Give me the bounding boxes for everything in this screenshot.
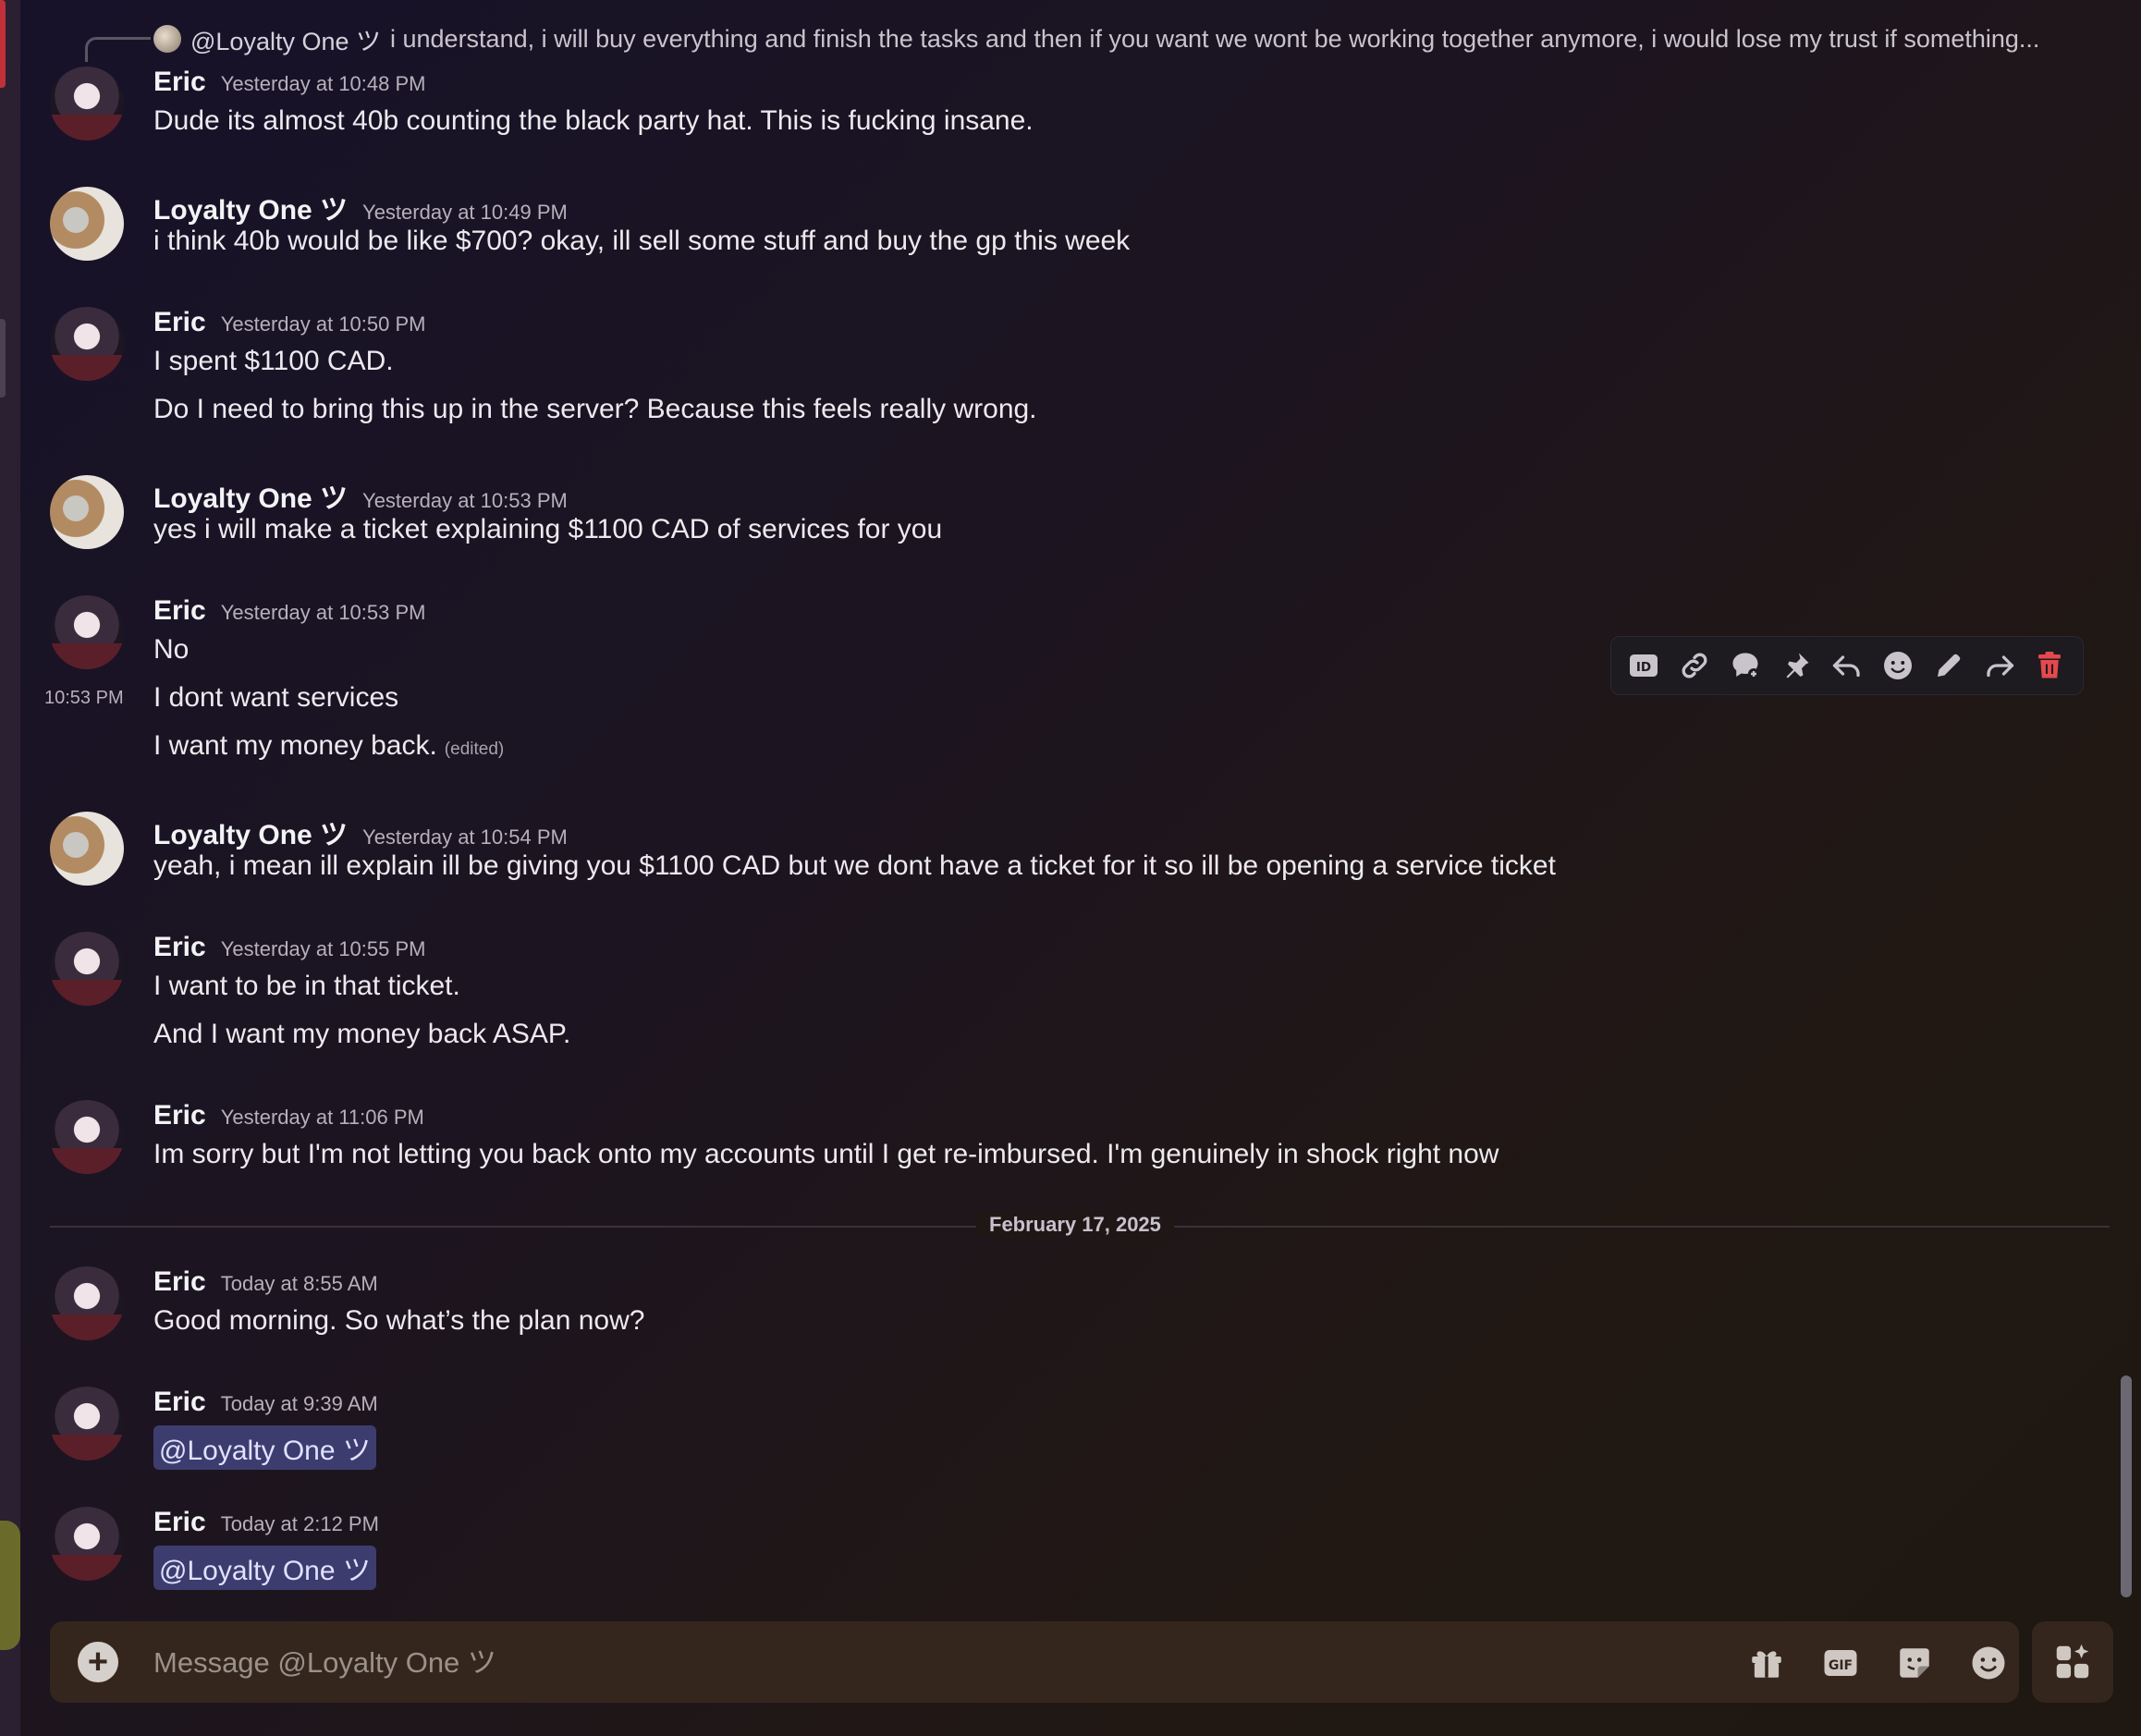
timestamp: Yesterday at 10:48 PM (220, 72, 426, 95)
hover-timestamp: 10:53 PM (44, 688, 124, 708)
timestamp: Yesterday at 11:06 PM (220, 1106, 424, 1129)
avatar[interactable] (50, 187, 124, 261)
author-name[interactable]: Loyalty One ツ (153, 475, 348, 516)
unread-indicator (0, 0, 6, 88)
author-name[interactable]: Eric (153, 1266, 206, 1298)
author-name[interactable]: Eric (153, 1100, 206, 1131)
reply-spine (85, 37, 151, 62)
message-text: Im sorry but I'm not letting you back on… (153, 1139, 1499, 1169)
reply-mention[interactable]: @Loyalty One ツ (190, 21, 381, 57)
timestamp: Yesterday at 10:53 PM (220, 601, 426, 624)
message-text: I spent $1100 CAD. (153, 346, 394, 376)
date-divider-label: February 17, 2025 (976, 1213, 1174, 1237)
message-text: yes i will make a ticket explaining $110… (153, 514, 943, 544)
gif-icon[interactable]: GIF (1819, 1642, 1862, 1684)
server-sidebar-edge (0, 0, 20, 1736)
copy-id-icon[interactable]: ID (1621, 643, 1666, 688)
pin-icon[interactable] (1774, 643, 1818, 688)
avatar[interactable] (50, 595, 124, 669)
timestamp: Today at 2:12 PM (220, 1512, 379, 1535)
emoji-icon[interactable] (1967, 1642, 2010, 1684)
user-mention[interactable]: @Loyalty One ツ (153, 1546, 376, 1590)
message-text: Do I need to bring this up in the server… (153, 394, 1037, 424)
thread-icon[interactable] (1723, 643, 1768, 688)
reply-icon[interactable] (1825, 643, 1869, 688)
author-name[interactable]: Eric (153, 595, 206, 627)
message-text: Good morning. So what’s the plan now? (153, 1305, 645, 1336)
add-attachment-button[interactable]: + (78, 1642, 118, 1682)
reply-reference[interactable]: @Loyalty One ツ i understand, i will buy … (153, 17, 2039, 61)
message-text: i think 40b would be like $700? okay, il… (153, 226, 1131, 256)
svg-text:GIF: GIF (1829, 1658, 1853, 1673)
message-text-content: I want my money back. (153, 730, 437, 761)
message-text: @Loyalty One ツ (153, 1546, 376, 1590)
avatar[interactable] (50, 307, 124, 381)
message-text: I want to be in that ticket. (153, 971, 460, 1001)
message-text: Dude its almost 40b counting the black p… (153, 105, 1034, 136)
user-mention[interactable]: @Loyalty One ツ (153, 1425, 376, 1470)
author-name[interactable]: Eric (153, 1387, 206, 1418)
edit-icon[interactable] (1927, 643, 1971, 688)
server-icon-partial[interactable] (0, 1521, 20, 1650)
author-name[interactable]: Loyalty One ツ (153, 812, 348, 852)
scrollbar-thumb[interactable] (2121, 1375, 2132, 1597)
message-composer: + GIF (50, 1621, 2019, 1703)
message-text: yeah, i mean ill explain ill be giving y… (153, 850, 1556, 881)
timestamp: Yesterday at 10:53 PM (362, 489, 568, 512)
gift-icon[interactable] (1745, 1642, 1788, 1684)
link-icon[interactable] (1672, 643, 1717, 688)
apps-button[interactable] (2032, 1621, 2113, 1703)
message-text: @Loyalty One ツ (153, 1425, 376, 1470)
message-action-toolbar: ID (1610, 636, 2084, 695)
author-name[interactable]: Eric (153, 307, 206, 338)
message-text: I want my money back. (edited) (153, 730, 504, 762)
timestamp: Today at 8:55 AM (220, 1272, 378, 1295)
timestamp: Today at 9:39 AM (220, 1392, 378, 1415)
edited-label: (edited) (444, 740, 505, 759)
delete-icon[interactable] (2027, 643, 2072, 688)
reply-avatar (153, 25, 181, 53)
avatar[interactable] (50, 1100, 124, 1174)
timestamp: Yesterday at 10:50 PM (220, 312, 426, 336)
reaction-icon[interactable] (1876, 643, 1920, 688)
svg-text:ID: ID (1636, 660, 1651, 675)
timestamp: Yesterday at 10:55 PM (220, 937, 426, 960)
message-text: No (153, 634, 190, 665)
avatar[interactable] (50, 1266, 124, 1340)
message-input[interactable] (152, 1634, 1634, 1692)
avatar[interactable] (50, 1507, 124, 1581)
message-list: @Loyalty One ツ i understand, i will buy … (20, 0, 2110, 1618)
timestamp: Yesterday at 10:49 PM (362, 201, 568, 224)
avatar[interactable] (50, 1387, 124, 1461)
author-name[interactable]: Loyalty One ツ (153, 187, 348, 227)
sticker-icon[interactable] (1893, 1642, 1936, 1684)
message-text: And I want my money back ASAP. (153, 1019, 571, 1049)
timestamp: Yesterday at 10:54 PM (362, 825, 568, 849)
server-pill[interactable] (0, 319, 6, 397)
author-name[interactable]: Eric (153, 1507, 206, 1538)
message-text: I dont want services (153, 682, 399, 713)
avatar[interactable] (50, 932, 124, 1006)
author-name[interactable]: Eric (153, 932, 206, 963)
forward-icon[interactable] (1977, 643, 2022, 688)
avatar[interactable] (50, 812, 124, 886)
apps-icon (2056, 1644, 2089, 1679)
reply-text: i understand, i will buy everything and … (390, 24, 2040, 53)
author-name[interactable]: Eric (153, 67, 206, 98)
avatar[interactable] (50, 475, 124, 549)
avatar[interactable] (50, 67, 124, 141)
